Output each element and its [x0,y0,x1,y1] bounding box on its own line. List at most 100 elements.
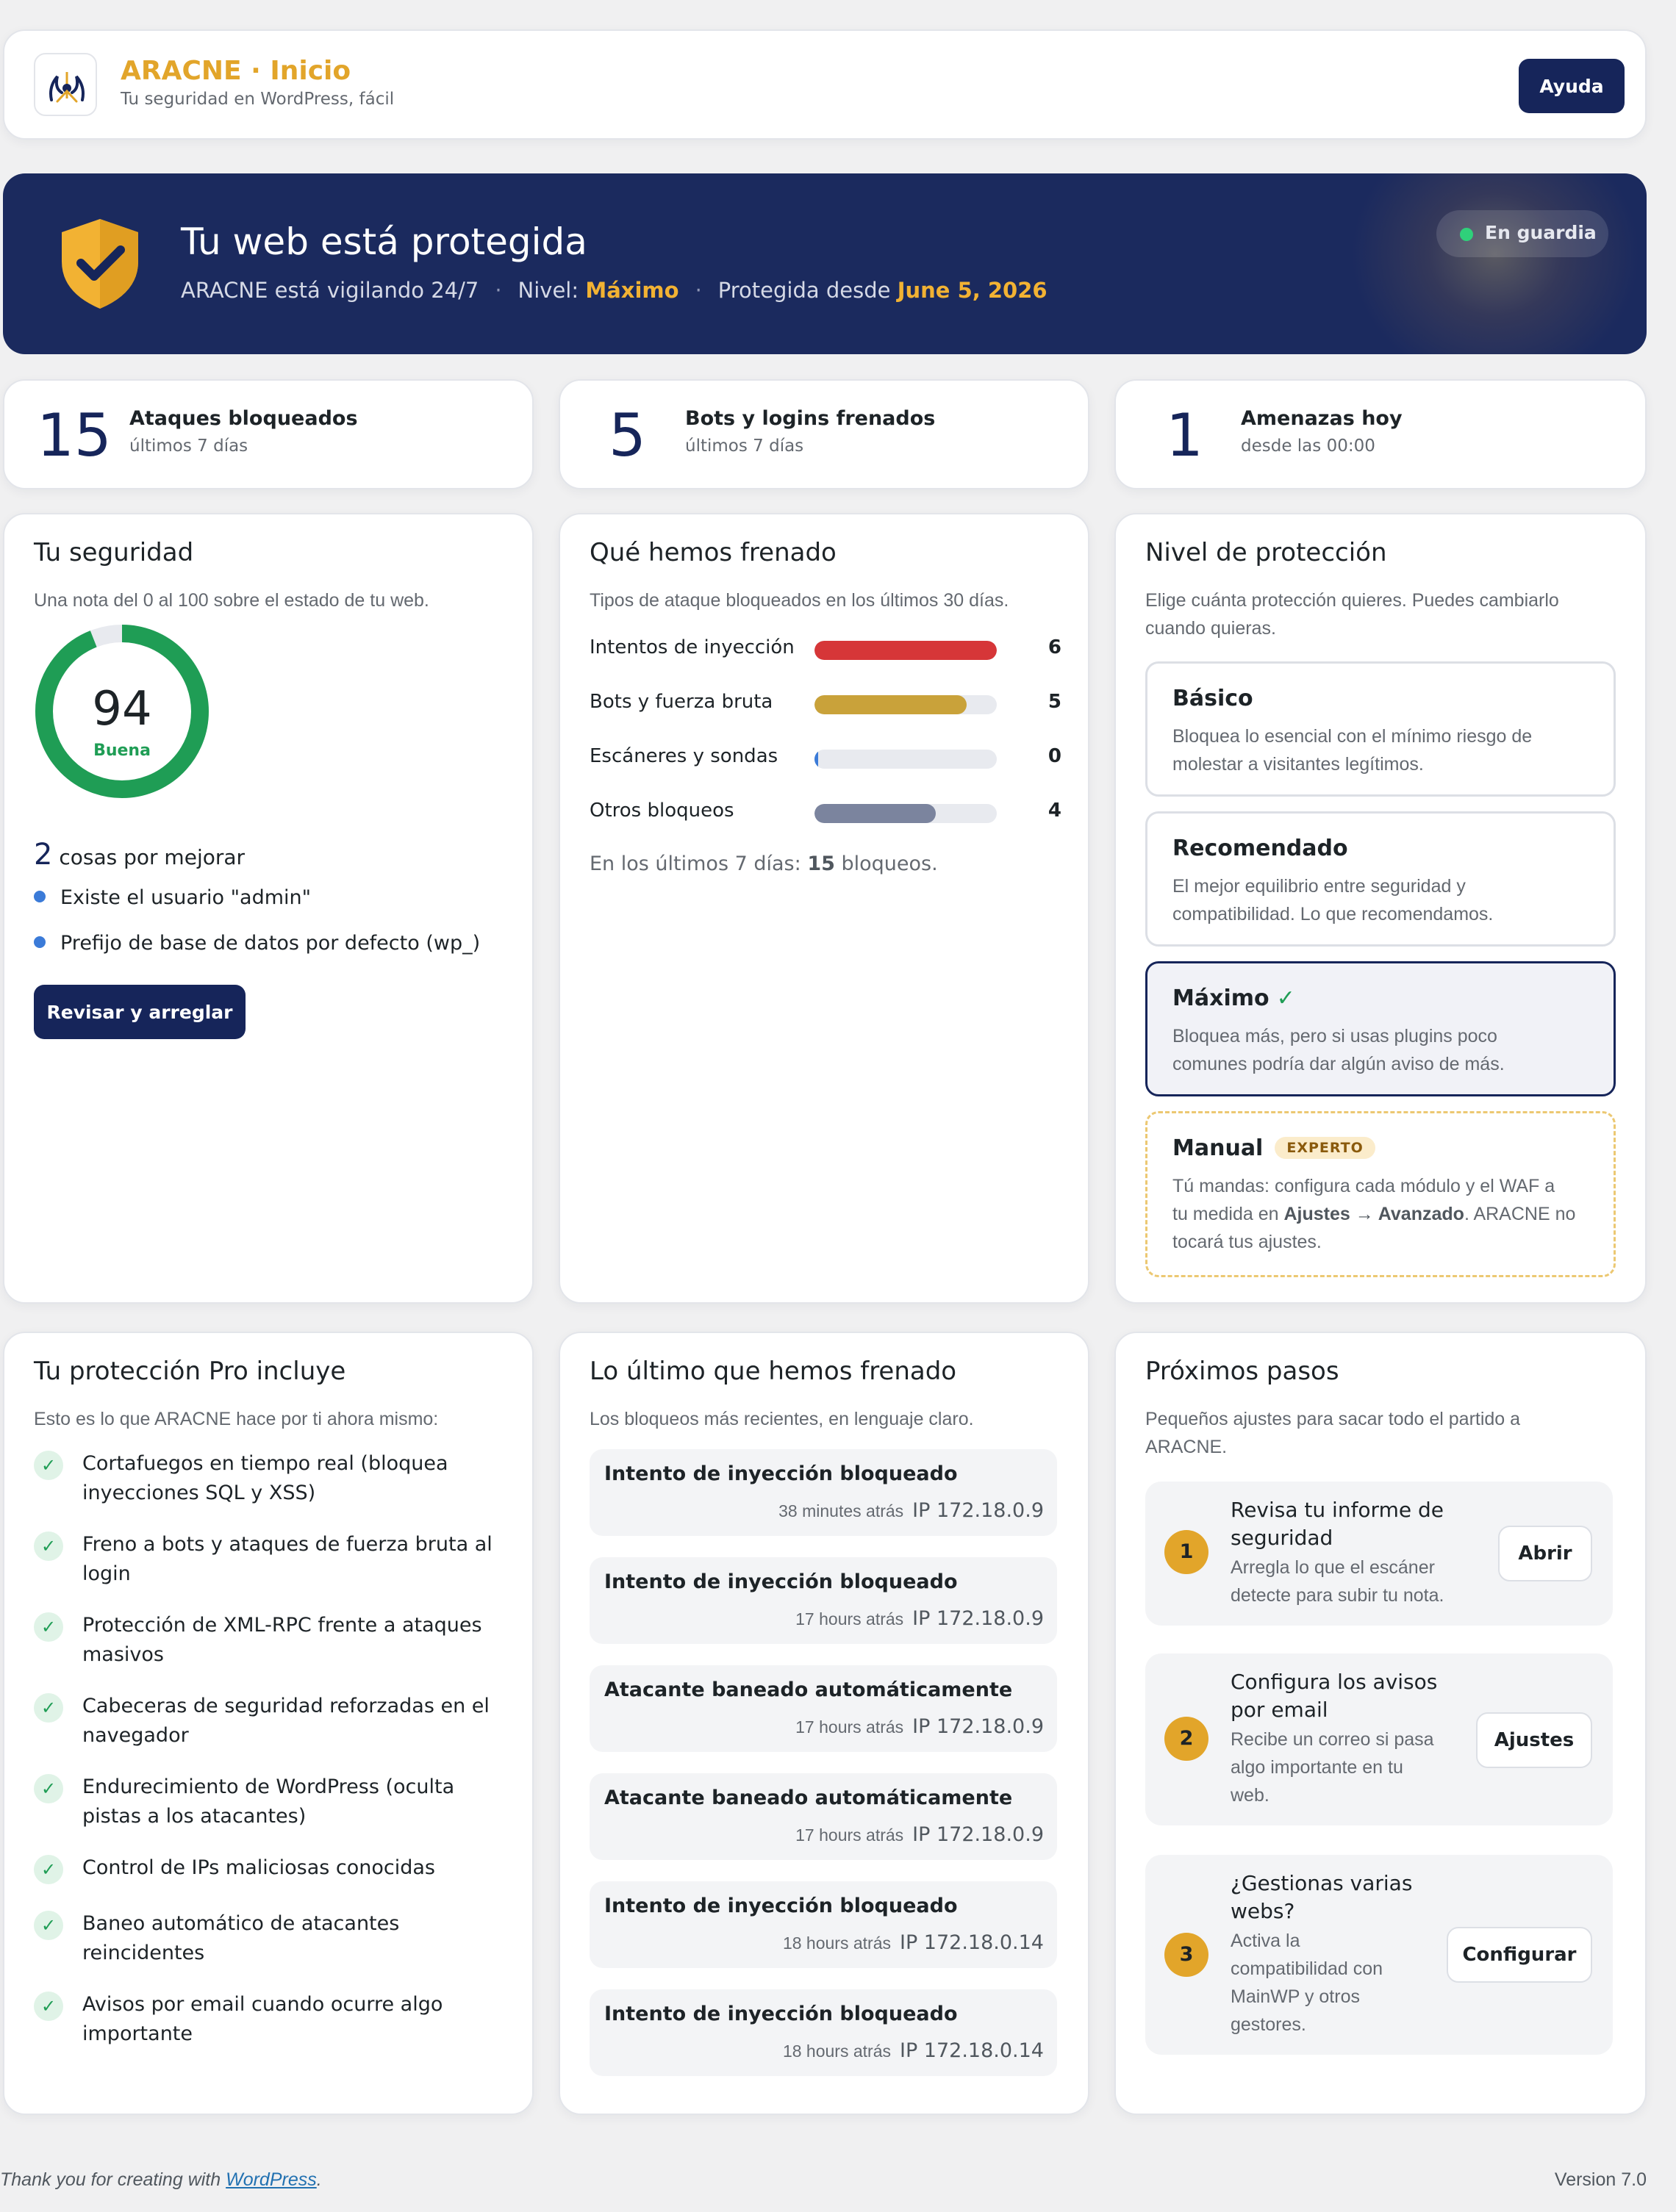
pro-feature-text: Protección de XML-RPC frente a ataques ma… [82,1614,482,1666]
blocked-type-label: Intentos de inyección [590,636,795,658]
status-dot-icon [1460,228,1473,241]
recent-block-meta: 17 hours atrás IP 172.18.0.9 [795,1715,1044,1738]
recent-block-ip: IP 172.18.0.14 [899,2039,1044,2062]
footer-thanks: Thank you for creating with WordPress. [0,2169,322,2190]
section-desc: Esto es lo que ARACNE hace por ti ahora … [34,1409,439,1429]
check-icon: ✓ [34,1774,63,1803]
hero-level-prefix: Nivel: [518,278,579,303]
improve-count: 2 [34,838,53,872]
security-card: Tu seguridad Una nota del 0 al 100 sobre… [3,513,534,1304]
check-icon: ✓ [34,1992,63,2021]
section-title: Próximos pasos [1145,1357,1339,1386]
blocked-type-row: Bots y fuerza bruta 5 [590,686,1061,716]
stat-sub: últimos 7 días [129,437,248,456]
status-badge-label: En guardia [1485,222,1597,243]
recent-block-ip: IP 172.18.0.9 [912,1499,1044,1522]
check-icon: ✓ [1276,985,1295,1011]
recent-block-time: 17 hours atrás [795,1717,904,1737]
stat-card-attacks: 15 Ataques bloqueados últimos 7 días [3,379,534,489]
level-option-recommended[interactable]: Recomendado El mejor equilibrio entre se… [1145,811,1616,947]
wordpress-link[interactable]: WordPress [226,2169,317,2190]
recent-block-item: Atacante baneado automáticamente 17 hours… [590,1665,1057,1752]
level-option-basic[interactable]: Básico Bloquea lo esencial con el mínimo… [1145,661,1616,797]
pro-feature-text: Cabeceras de seguridad reforzadas en el n… [82,1695,490,1747]
score-label: Buena [93,741,151,760]
section-title: Lo último que hemos frenado [590,1357,957,1386]
bullet-icon [34,891,46,902]
stat-sub: desde las 00:00 [1241,437,1375,456]
recent-block-item: Intento de inyección bloqueado 38 minutes… [590,1449,1057,1536]
level-option-manual[interactable]: Manual EXPERTO Tú mandas: configura cada … [1145,1111,1616,1277]
level-desc: El mejor equilibrio entre seguridad y com… [1172,876,1494,924]
recent-block-title: Atacante baneado automáticamente [604,1787,1013,1809]
step-desc: Activa la compatibilidad con MainWP y otro… [1231,1931,1383,2035]
step-title: ¿Gestionas varias webs? [1231,1871,1413,1923]
email-settings-button[interactable]: Ajustes [1476,1712,1592,1768]
section-title: Nivel de protección [1145,538,1387,567]
open-report-button[interactable]: Abrir [1498,1526,1592,1581]
check-icon: ✓ [34,1693,63,1723]
pro-feature-text: Avisos por email cuando ocurre algo impor… [82,1993,443,2045]
security-score-ring: 94 Buena [35,625,209,798]
status-badge: En guardia [1436,210,1608,257]
section-title: Qué hemos frenado [590,538,837,567]
pro-feature-text: Freno a bots y ataques de fuerza bruta a… [82,1533,493,1585]
improve-text: cosas por mejorar [59,845,246,869]
review-fix-button[interactable]: Revisar y arreglar [34,985,246,1039]
recent-blocks-card: Lo último que hemos frenado Los bloqueos… [559,1332,1089,2115]
blocked-summary: En los últimos 7 días: 15 bloqueos. [590,852,938,875]
step-title: Configura los avisos por email [1231,1670,1438,1722]
check-icon: ✓ [34,1531,63,1561]
recent-block-title: Intento de inyección bloqueado [604,2003,958,2025]
section-desc: Tipos de ataque bloqueados en los último… [590,590,1009,611]
hero-level-value: Máximo [585,278,679,303]
recent-block-time: 18 hours atrás [782,1933,891,1953]
level-name: Máximo ✓ [1172,985,1295,1011]
level-name: Recomendado [1172,836,1348,861]
recent-block-item: Atacante baneado automáticamente 17 hours… [590,1773,1057,1860]
recent-block-time: 18 hours atrás [782,2042,891,2061]
section-desc: Los bloqueos más recientes, en lenguaje … [590,1409,974,1429]
stat-card-threats: 1 Amenazas hoy desde las 00:00 [1114,379,1647,489]
blocked-type-count: 0 [1048,745,1061,767]
hero-subtitle: ARACNE está vigilando 24/7 · Nivel: Máximo… [181,278,1048,303]
level-name: Manual EXPERTO [1172,1135,1375,1161]
recent-block-title: Intento de inyección bloqueado [604,1462,958,1485]
summary-suffix: bloqueos. [841,852,938,875]
recent-block-time: 17 hours atrás [795,1825,904,1845]
protection-level-card: Nivel de protección Elige cuánta protecc… [1114,513,1647,1304]
check-icon: ✓ [34,1451,63,1480]
blocked-types-card: Qué hemos frenado Tipos de ataque bloque… [559,513,1089,1304]
hero-title: Tu web está protegida [181,220,587,263]
bullet-icon [34,936,46,948]
step-number: 1 [1164,1530,1208,1574]
recent-block-meta: 17 hours atrás IP 172.18.0.9 [795,1607,1044,1630]
step-item: 3 ¿Gestionas varias webs? Activa la compat… [1145,1855,1613,2055]
blocked-bar-track [814,695,997,714]
recent-block-item: Intento de inyección bloqueado 17 hours a… [590,1557,1057,1644]
level-desc: Bloquea más, pero si usas plugins poco co… [1172,1026,1505,1074]
step-number: 3 [1164,1933,1208,1977]
hero-watching: ARACNE está vigilando 24/7 [181,278,479,303]
configure-multisite-button[interactable]: Configurar [1447,1927,1592,1983]
help-button[interactable]: Ayuda [1519,59,1625,113]
blocked-type-count: 6 [1048,636,1061,658]
recent-block-ip: IP 172.18.0.9 [912,1823,1044,1846]
level-option-max[interactable]: Máximo ✓ Bloquea más, pero si usas plugin… [1145,961,1616,1096]
section-title: Tu seguridad [34,538,194,567]
stat-sub: últimos 7 días [685,437,804,456]
recent-block-ip: IP 172.18.0.9 [912,1715,1044,1738]
aracne-logo [34,53,97,116]
stat-label: Amenazas hoy [1241,407,1403,430]
step-title: Revisa tu informe de seguridad [1231,1498,1444,1550]
pro-feature-text: Control de IPs maliciosas conocidas [82,1856,436,1879]
pro-feature-text: Baneo automático de atacantes reincidente… [82,1912,400,1964]
blocked-bar-fill [814,804,937,823]
stat-value: 5 [609,401,646,470]
check-icon: ✓ [34,1911,63,1940]
step-item: 1 Revisa tu informe de seguridad Arregla … [1145,1482,1613,1626]
recent-block-title: Intento de inyección bloqueado [604,1895,958,1917]
blocked-type-row: Intentos de inyección 6 [590,632,1061,661]
recent-block-title: Intento de inyección bloqueado [604,1570,958,1593]
blocked-bar-track [814,750,997,769]
